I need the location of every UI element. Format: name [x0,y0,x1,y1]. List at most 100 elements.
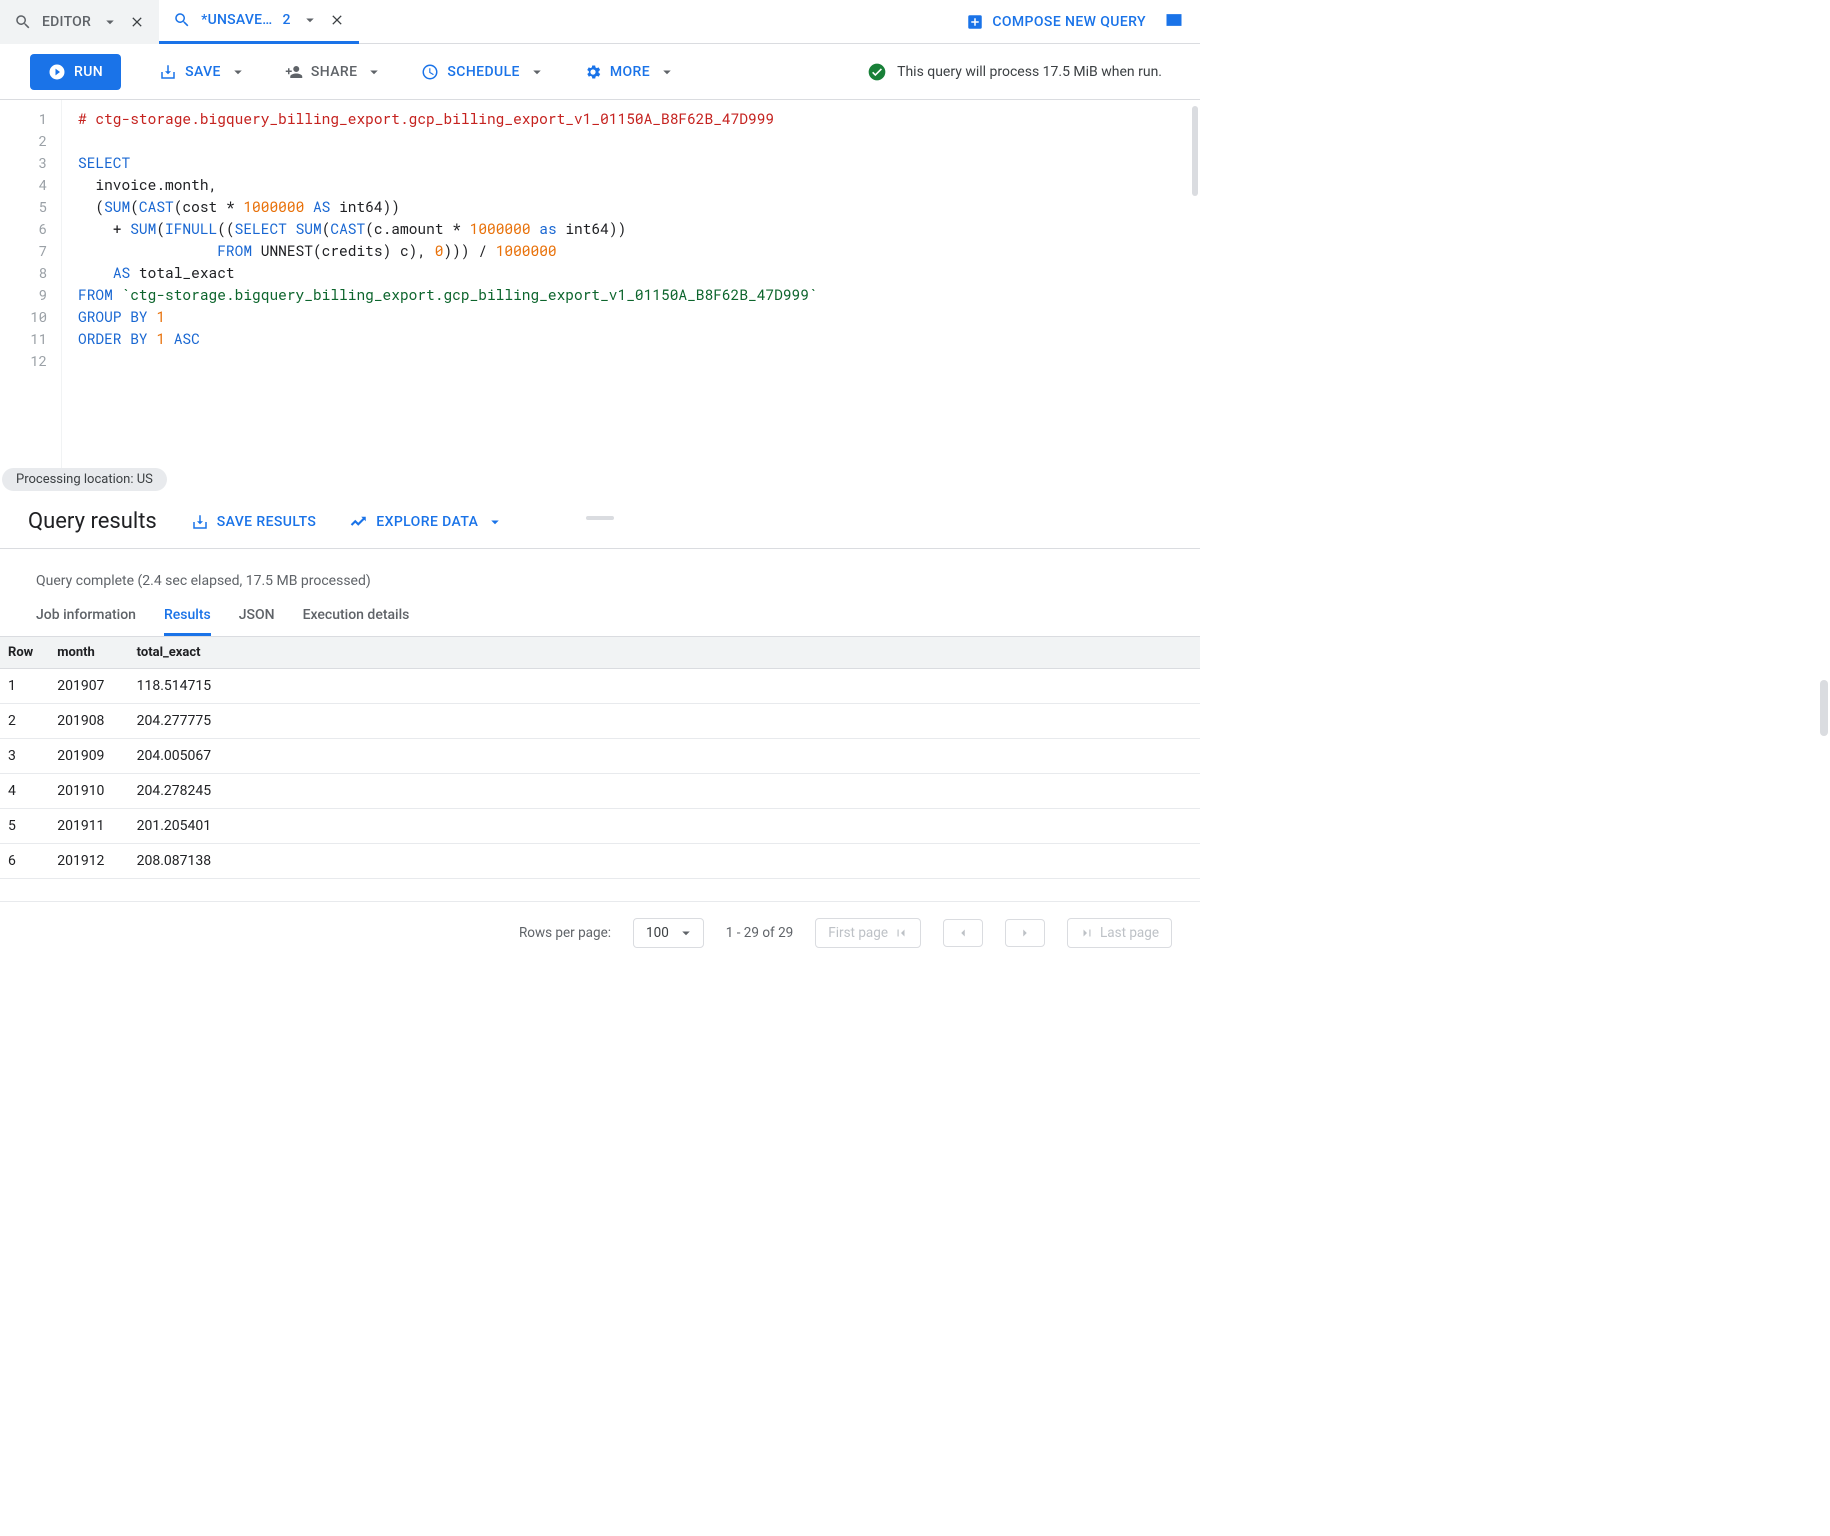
results-header: Query results SAVE RESULTS EXPLORE DATA [0,509,1200,549]
table-row[interactable]: 3201909204.005067 [0,739,1200,774]
chevron-down-icon[interactable] [365,63,383,81]
close-icon[interactable] [329,12,345,28]
save-results-label: SAVE RESULTS [217,514,317,530]
chart-icon [350,513,368,531]
check-circle-icon [867,62,887,82]
cell-total_exact: 204.005067 [127,739,1200,774]
compose-label: COMPOSE NEW QUERY [992,14,1146,30]
cell-row: 1 [0,669,47,704]
rpp-value: 100 [646,925,669,941]
cell-row: 6 [0,844,47,879]
chevron-down-icon[interactable] [486,513,504,531]
schedule-label: SCHEDULE [447,64,519,80]
tab-unsaved-badge: 2 [282,12,290,28]
save-results-button[interactable]: SAVE RESULTS [191,513,317,531]
table-row[interactable]: 2201908204.277775 [0,704,1200,739]
person-add-icon [285,63,303,81]
cell-total_exact: 118.514715 [127,669,1200,704]
page-range: 1 - 29 of 29 [726,925,793,941]
clock-icon [421,63,439,81]
query-status: This query will process 17.5 MiB when ru… [867,62,1162,82]
result-tabs: Job information Results JSON Execution deta… [0,607,1200,637]
more-button[interactable]: MORE [584,63,676,81]
column-header: month [47,637,126,669]
chevron-down-icon[interactable] [229,63,247,81]
share-button[interactable]: SHARE [285,63,384,81]
cell-total_exact: 204.278245 [127,774,1200,809]
code-area[interactable]: # ctg-storage.bigquery_billing_export.gc… [62,100,1200,490]
last-page-button[interactable]: Last page [1067,918,1172,948]
explore-data-button[interactable]: EXPLORE DATA [350,513,504,531]
cell-row: 2 [0,704,47,739]
download-icon [191,513,209,531]
query-icon [173,11,191,29]
result-tab-execution-details[interactable]: Execution details [303,607,410,636]
line-number-gutter: 123456789101112 [0,100,62,490]
next-page-button[interactable] [1005,919,1045,947]
rows-per-page-label: Rows per page: [519,925,611,941]
chevron-down-icon[interactable] [528,63,546,81]
cell-total_exact: 201.205401 [127,809,1200,844]
query-icon [14,13,32,31]
cell-row: 5 [0,809,47,844]
share-label: SHARE [311,64,358,80]
cell-month: 201911 [47,809,126,844]
tab-unsaved-label: *UNSAVE… [201,12,272,28]
editor-tabs-bar: EDITOR *UNSAVE… 2 COMPOSE NEW QUERY [0,0,1200,44]
results-table: Rowmonthtotal_exact 1201907118.514715220… [0,637,1200,879]
status-text: This query will process 17.5 MiB when ru… [897,64,1162,80]
sql-editor[interactable]: 123456789101112 # ctg-storage.bigquery_b… [0,100,1200,490]
first-page-icon [894,926,908,940]
result-tab-results[interactable]: Results [164,607,211,636]
close-icon[interactable] [129,14,145,30]
column-header: total_exact [127,637,1200,669]
scrollbar-thumb[interactable] [1820,680,1828,736]
schedule-button[interactable]: SCHEDULE [421,63,545,81]
save-icon [159,63,177,81]
add-box-icon [966,13,984,31]
tab-unsaved[interactable]: *UNSAVE… 2 [159,0,359,44]
processing-location-badge: Processing location: US [2,468,167,491]
tab-editor[interactable]: EDITOR [0,0,159,44]
cell-row: 3 [0,739,47,774]
chevron-down-icon[interactable] [658,63,676,81]
table-row[interactable]: 4201910204.278245 [0,774,1200,809]
save-button[interactable]: SAVE [159,63,247,81]
side-panel-button[interactable] [1164,10,1184,34]
play-circle-icon [48,63,66,81]
panel-icon [1164,10,1184,30]
scrollbar-thumb[interactable] [1192,106,1198,196]
prev-page-button[interactable] [943,919,983,947]
last-page-label: Last page [1100,925,1159,941]
table-row[interactable]: 5201911201.205401 [0,809,1200,844]
results-title: Query results [28,509,157,534]
result-tab-json[interactable]: JSON [239,607,275,636]
chevron-down-icon[interactable] [301,11,319,29]
query-toolbar: RUN SAVE SHARE SCHEDULE MORE This query … [0,44,1200,100]
chevron-down-icon[interactable] [101,13,119,31]
tab-editor-label: EDITOR [42,14,91,30]
save-label: SAVE [185,64,221,80]
run-button[interactable]: RUN [30,54,121,90]
cell-month: 201912 [47,844,126,879]
query-complete-text: Query complete (2.4 sec elapsed, 17.5 MB… [0,549,1200,607]
chevron-left-icon [956,926,970,940]
column-header: Row [0,637,47,669]
cell-month: 201909 [47,739,126,774]
compose-new-query-button[interactable]: COMPOSE NEW QUERY [966,13,1146,31]
cell-month: 201908 [47,704,126,739]
rows-per-page-select[interactable]: 100 [633,918,704,948]
chevron-right-icon [1018,926,1032,940]
cell-total_exact: 204.277775 [127,704,1200,739]
more-label: MORE [610,64,650,80]
table-row[interactable]: 1201907118.514715 [0,669,1200,704]
table-row[interactable]: 6201912208.087138 [0,844,1200,879]
result-tab-job-information[interactable]: Job information [36,607,136,636]
first-page-button[interactable]: First page [815,918,921,948]
paginator: Rows per page: 100 1 - 29 of 29 First pa… [0,901,1200,964]
cell-row: 4 [0,774,47,809]
last-page-icon [1080,926,1094,940]
gear-icon [584,63,602,81]
cell-total_exact: 208.087138 [127,844,1200,879]
cell-month: 201910 [47,774,126,809]
